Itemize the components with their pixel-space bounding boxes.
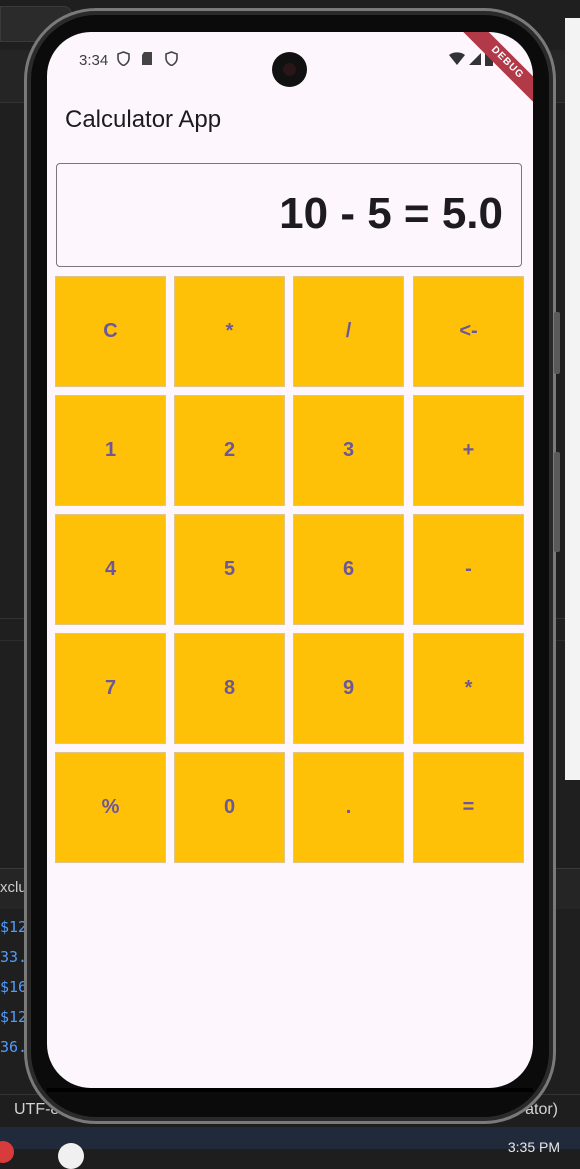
key-equals[interactable]: = (413, 752, 524, 863)
key-minus[interactable]: - (413, 514, 524, 625)
app-bar-title: Calculator App (65, 106, 222, 133)
key-plus[interactable]: + (413, 395, 524, 506)
key-backspace[interactable]: <- (413, 276, 524, 387)
taskbar-clock: 3:35 PM (507, 1139, 560, 1155)
key-9[interactable]: 9 (293, 633, 404, 744)
phone-side-button (554, 312, 560, 374)
sd-card-icon (142, 52, 152, 65)
key-7[interactable]: 7 (55, 633, 166, 744)
calculator-display: 10 - 5 = 5.0 (56, 163, 522, 267)
key-0[interactable]: 0 (174, 752, 285, 863)
status-time: 3:34 (79, 52, 109, 69)
key-6[interactable]: 6 (293, 514, 404, 625)
editor-right-panel (565, 18, 580, 780)
key-clear[interactable]: C (55, 276, 166, 387)
phone-chin (47, 1088, 533, 1092)
taskbar-app-icon[interactable] (58, 1143, 84, 1169)
key-divide[interactable]: / (293, 276, 404, 387)
display-expression: 10 - 5 = 5.0 (279, 189, 503, 238)
key-multiply[interactable]: * (174, 276, 285, 387)
shield-icon (117, 51, 130, 66)
signal-icon (469, 53, 481, 65)
key-multiply-2[interactable]: * (413, 633, 524, 744)
key-4[interactable]: 4 (55, 514, 166, 625)
debug-banner: DEBUG (458, 32, 533, 112)
key-5[interactable]: 5 (174, 514, 285, 625)
wifi-icon (449, 52, 465, 65)
front-camera (272, 52, 307, 87)
android-status-bar: 3:34 DEBUG (47, 32, 533, 112)
key-3[interactable]: 3 (293, 395, 404, 506)
key-decimal[interactable]: . (293, 752, 404, 863)
key-1[interactable]: 1 (55, 395, 166, 506)
taskbar: 3:35 PM (0, 1127, 580, 1169)
key-8[interactable]: 8 (174, 633, 285, 744)
shield-icon (165, 51, 178, 66)
taskbar-app-icon[interactable] (0, 1141, 14, 1163)
phone-side-button (554, 452, 560, 552)
key-2[interactable]: 2 (174, 395, 285, 506)
terminal-tab-label[interactable]: xclu (0, 879, 27, 896)
key-percent[interactable]: % (55, 752, 166, 863)
phone-screen: 3:34 DEBUG Calculator App 10 - 5 = 5.0 C… (47, 32, 533, 1088)
